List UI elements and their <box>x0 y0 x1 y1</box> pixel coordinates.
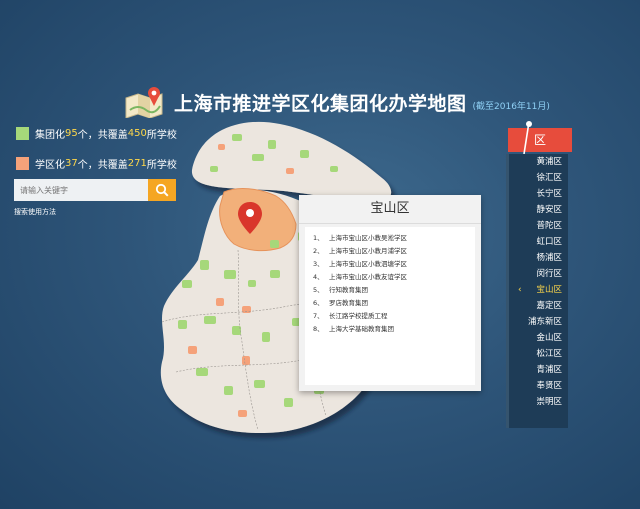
district-item[interactable]: 黄浦区 <box>508 154 568 170</box>
district-item[interactable]: 奉贤区 <box>508 378 568 394</box>
district-item[interactable]: 金山区 <box>508 330 568 346</box>
list-item[interactable]: 1、 上海市宝山区小教吴淞学区 <box>313 232 407 242</box>
legend-label: 集团化 <box>35 130 65 141</box>
district-item[interactable]: 松江区 <box>508 346 568 362</box>
district-item[interactable]: 嘉定区 <box>508 298 568 314</box>
district-item[interactable]: 静安区 <box>508 202 568 218</box>
district-popup: 宝山区 1、 上海市宝山区小教吴淞学区 2、 上海市宝山区小教月浦学区 3、 上海市宝… <box>299 195 481 391</box>
district-item[interactable]: 崇明区 <box>508 394 568 410</box>
chevron-left-icon: ‹ <box>518 285 522 295</box>
legend-swatch-district <box>16 157 29 170</box>
district-header[interactable]: 区 <box>508 121 572 155</box>
district-list: 黄浦区 徐汇区 长宁区 静安区 普陀区 虹口区 杨浦区 闵行区 ‹ 宝山区 嘉定区… <box>506 154 568 428</box>
pushpin-icon <box>523 121 532 155</box>
district-item[interactable]: 青浦区 <box>508 362 568 378</box>
legend-count: 95 <box>65 128 78 139</box>
district-item[interactable]: 杨浦区 <box>508 250 568 266</box>
map-region-chongming <box>191 121 392 203</box>
district-header-label: 区 <box>533 133 546 147</box>
district-panel: 区 黄浦区 徐汇区 长宁区 静安区 普陀区 虹口区 杨浦区 闵行区 ‹ 宝山区 嘉… <box>506 121 572 428</box>
district-item[interactable]: 闵行区 <box>508 266 568 282</box>
district-item[interactable]: 虹口区 <box>508 234 568 250</box>
legend-label: 学区化 <box>35 160 65 171</box>
district-item[interactable]: 长宁区 <box>508 186 568 202</box>
list-item[interactable]: 5、 行知教育集团 <box>313 284 368 294</box>
list-item[interactable]: 2、 上海市宝山区小教月浦学区 <box>313 245 407 255</box>
district-item-active[interactable]: ‹ 宝山区 <box>508 282 568 298</box>
search-help-link[interactable]: 搜索使用方法 <box>14 207 56 217</box>
district-item[interactable]: 徐汇区 <box>508 170 568 186</box>
district-item[interactable]: 普陀区 <box>508 218 568 234</box>
legend-count: 37 <box>65 158 78 169</box>
list-item[interactable]: 8、 上海大学基础教育集团 <box>313 323 394 333</box>
legend-swatch-group <box>16 127 29 140</box>
list-item[interactable]: 3、 上海市宝山区小教泗塘学区 <box>313 258 407 268</box>
list-item[interactable]: 7、 长江路学校提质工程 <box>313 310 388 320</box>
district-item[interactable]: 浦东新区 <box>508 314 568 330</box>
list-item[interactable]: 4、 上海市宝山区小教友谊学区 <box>313 271 407 281</box>
popup-title: 宝山区 <box>299 195 481 224</box>
list-item[interactable]: 6、 罗店教育集团 <box>313 297 368 307</box>
popup-list: 1、 上海市宝山区小教吴淞学区 2、 上海市宝山区小教月浦学区 3、 上海市宝山区小教… <box>305 227 475 385</box>
